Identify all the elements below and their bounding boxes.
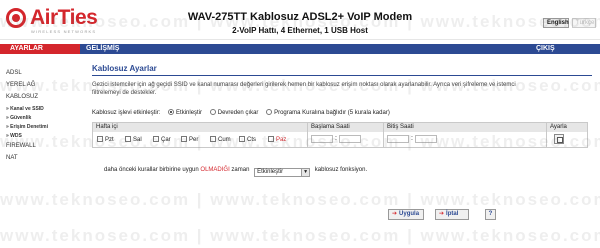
disable-radio-label: Devreden çıkar [217,110,259,116]
tab-settings[interactable]: AYARLAR [0,44,80,54]
arrow-right-icon: ➔ [439,211,445,217]
sidebar-sub-access-control[interactable]: » Erişim Denetimi [6,124,48,130]
rule-suffix: kablosuz fonksiyon. [314,167,368,173]
apply-button[interactable]: ➔ Uygula [388,209,424,220]
top-nav: AYARLAR GELİŞMİŞ ÇIKIŞ [0,44,600,54]
wireless-status-label: Kablosuz işlevi etkinleştir: [92,110,161,116]
chevron-down-icon: ▼ [301,169,310,176]
watermark-text: www.teknoseo.com | www.teknoseo.com | ww… [0,76,600,95]
header-start-time: Başlama Saati [311,124,350,130]
watermark-text: www.teknoseo.com | www.teknoseo.com | ww… [0,190,600,209]
watermark-text: www.teknoseo.com | www.teknoseo.com | ww… [0,226,600,245]
sidebar-sub-channel-ssid[interactable]: » Kanal ve SSID [6,106,44,112]
logout-link[interactable]: ÇIKIŞ [536,44,555,54]
enable-radio-label: Etkinleştir [176,110,203,116]
rule-prefix: daha önceki kurallar birbirine uygun [104,167,199,173]
sidebar-sub-security[interactable]: » Güvenlik [6,115,31,121]
schedule-radio-label: Programa Kuralına bağlıdır (5 kurala kad… [274,110,390,116]
rule-row: daha önceki kurallar birbirine uygun OLM… [104,167,367,177]
header-weekdays: Hafta içi [96,124,118,130]
disable-radio[interactable] [209,109,216,115]
sidebar-item-nat[interactable]: NAT [6,155,18,161]
schedule-table-header: Hafta içi Başlama Saati Bitiş Saati Ayar… [93,123,587,132]
schedule-radio[interactable] [266,109,273,115]
header-end-time: Bitiş Saati [387,124,414,130]
rule-mid: zaman [231,167,250,173]
tab-advanced[interactable]: GELİŞMİŞ [86,44,119,54]
wireless-status-row: Kablosuz işlevi etkinleştir: Etkinleştir… [92,109,390,116]
rule-warning: OLMADIĞI [200,167,230,173]
section-title: Kablosuz Ayarlar [92,64,157,73]
watermark-text: www.teknoseo.com | www.teknoseo.com | ww… [0,132,600,151]
watermark-text: www.teknoseo.com | www.teknoseo.com | ww… [0,12,600,31]
arrow-right-icon: ➔ [392,211,398,217]
enable-radio[interactable] [168,109,175,115]
header-set: Ayarla [550,124,567,130]
cancel-button[interactable]: ➔ İptal [435,209,469,220]
help-button[interactable]: ? [485,209,496,220]
rule-action-select[interactable]: Etkinleştir ▼ [254,168,311,177]
